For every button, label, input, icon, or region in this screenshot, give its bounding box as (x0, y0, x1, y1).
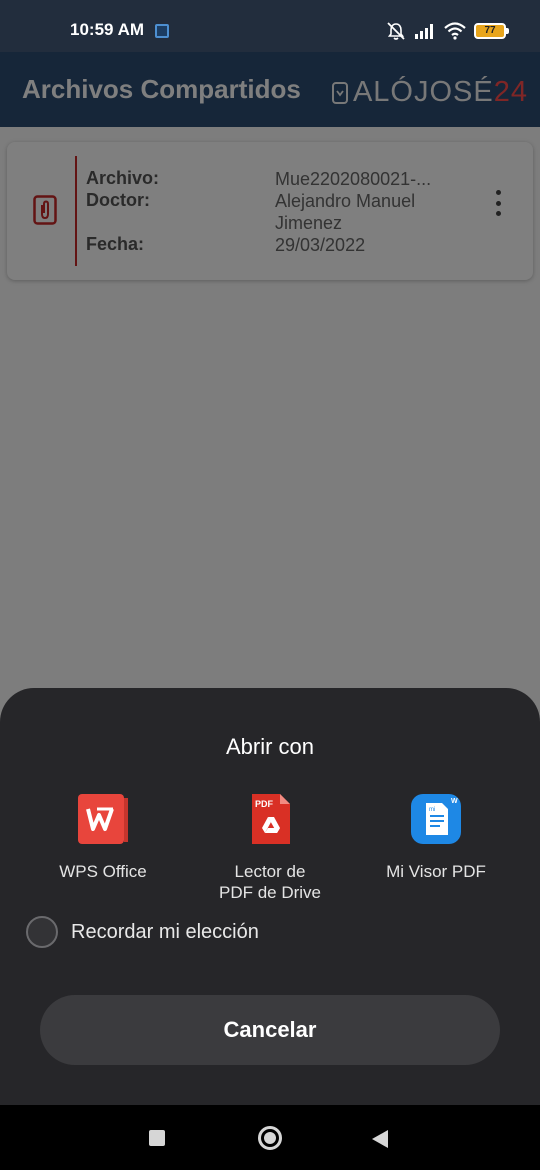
notification-app-icon (155, 24, 169, 38)
home-icon[interactable] (258, 1126, 282, 1150)
svg-text:PDF: PDF (255, 799, 274, 809)
signal-icon (415, 24, 433, 39)
status-icons: 77 (386, 20, 509, 42)
app-option-label: Mi Visor PDF (386, 862, 486, 881)
remember-radio[interactable] (26, 916, 58, 948)
wifi-icon (444, 22, 466, 40)
open-with-sheet: Abrir con WPS Office PDF Lector de PDF d… (0, 688, 540, 1105)
wps-office-icon (77, 793, 129, 845)
sheet-title: Abrir con (225, 734, 315, 759)
battery-icon: 77 (474, 23, 509, 39)
app-option-pdf-drive[interactable]: PDF Lector de PDF de Drive (185, 793, 355, 903)
status-time: 10:59 AM (70, 20, 145, 39)
app-option-mi-visor-pdf[interactable]: mi W Mi Visor PDF (351, 793, 521, 882)
app-option-label: WPS Office (59, 862, 147, 881)
svg-text:mi: mi (429, 807, 435, 813)
system-nav-bar (0, 1105, 540, 1170)
pdf-drive-icon: PDF (244, 793, 296, 845)
remember-choice-option[interactable]: Recordar mi elección (26, 916, 259, 948)
mi-visor-pdf-icon: mi W (410, 793, 462, 845)
remember-label: Recordar mi elección (71, 920, 259, 943)
app-option-wps-office[interactable]: WPS Office (18, 793, 188, 882)
status-bar: 10:59 AM 77 (0, 0, 540, 52)
svg-text:W: W (451, 798, 458, 805)
app-option-label: Lector de PDF de Drive (218, 862, 322, 902)
back-icon[interactable] (372, 1130, 388, 1148)
notifications-off-icon (387, 22, 405, 40)
cancel-button[interactable]: Cancelar (40, 995, 500, 1065)
recent-apps-icon[interactable] (149, 1130, 165, 1146)
